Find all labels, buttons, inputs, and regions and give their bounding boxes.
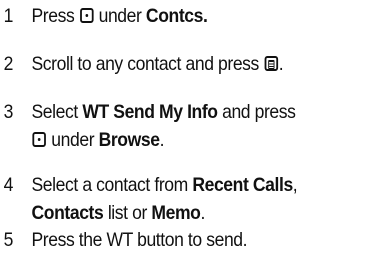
step-text: Select WT Send My Info and press [31,101,296,123]
step-number: 2 [3,53,14,75]
step-number: 5 [3,229,14,251]
step-number: 4 [3,174,14,196]
step-text: Select a contact from Recent Calls, [31,174,298,196]
step-text: Press under Contcs. [31,5,208,27]
center-select-key-icon [79,8,94,23]
option-memo: Memo [151,202,201,224]
step-text-continued: under Browse. [32,126,164,154]
step-text: Scroll to any contact and press . [31,53,284,75]
option-recent-calls: Recent Calls [192,174,293,196]
step-number: 1 [3,5,14,27]
option-contacts: Contacts [31,202,104,224]
menu-key-icon [264,56,278,71]
step-number: 3 [3,101,14,123]
softkey-label-browse: Browse [98,129,160,151]
center-select-key-icon [32,132,46,147]
step-text: Press the WT button to send. [31,229,248,251]
step-text-continued: Contacts list or Memo. [31,202,206,224]
instruction-steps: 1 Press under Contcs. 2 Scroll to any co… [0,0,387,261]
option-wt-send-my-info: WT Send My Info [82,101,218,123]
softkey-label-contacts: Contcs. [145,5,208,27]
